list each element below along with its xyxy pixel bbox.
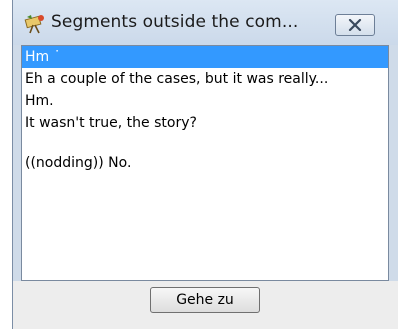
window-title: Segments outside the com... <box>51 12 299 32</box>
list-item[interactable]: It wasn't true, the story? <box>22 112 388 134</box>
goto-button[interactable]: Gehe zu <box>150 287 260 313</box>
dialog-footer: Gehe zu <box>13 281 398 329</box>
list-item[interactable]: Hm. <box>22 90 388 112</box>
segments-dialog-window: Segments outside the com... Hm ˙ Eh a co… <box>12 0 398 329</box>
close-button[interactable] <box>335 14 375 36</box>
segments-list[interactable]: Hm ˙ Eh a couple of the cases, but it wa… <box>21 45 389 281</box>
list-item[interactable]: ((nodding)) No. <box>22 152 388 174</box>
close-icon <box>348 16 362 35</box>
list-item[interactable]: Eh a couple of the cases, but it was rea… <box>22 68 388 90</box>
title-bar[interactable]: Segments outside the com... <box>13 0 398 45</box>
list-item[interactable] <box>22 134 388 152</box>
list-item[interactable]: Hm ˙ <box>22 46 388 68</box>
app-icon <box>24 14 46 34</box>
